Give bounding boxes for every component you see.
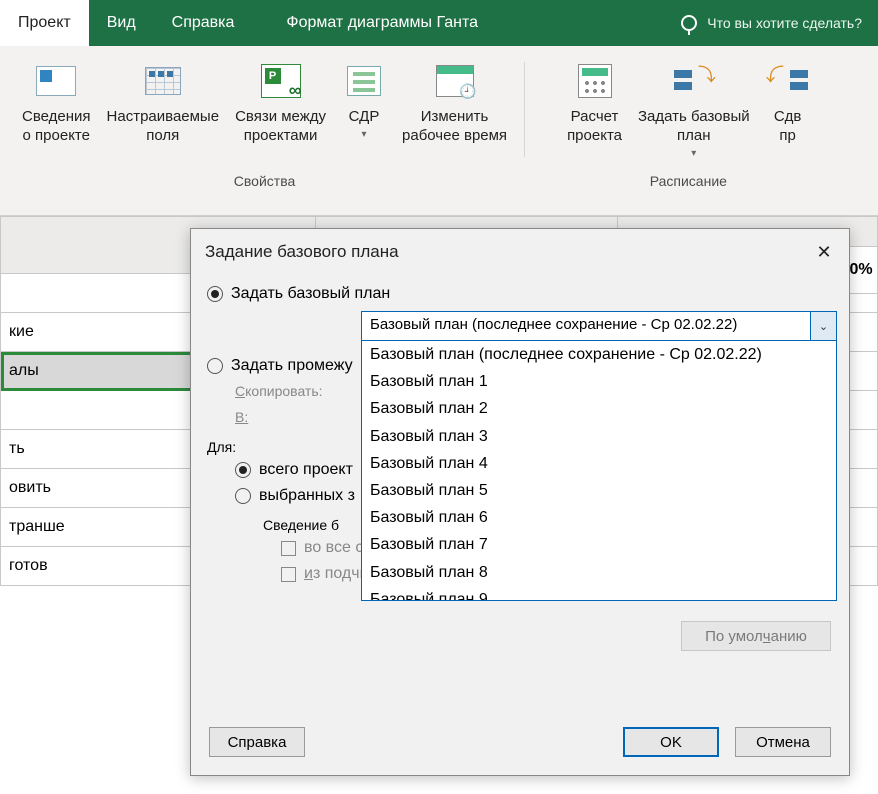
wbs-label: СДР [349,108,380,127]
radio-set-baseline[interactable]: Задать базовый план [207,285,833,303]
group-properties: Сведения о проекте Настраиваемые поля Св… [4,52,525,191]
radio-icon [235,462,251,478]
baseline-option[interactable]: Базовый план 7 [362,531,836,558]
custom-fields-icon [141,62,185,100]
move-project-button[interactable]: Сдв пр [758,58,818,150]
project-info-label-1: Сведения [22,108,91,127]
baseline-option[interactable]: Базовый план 5 [362,477,836,504]
calculate-label-2: проекта [567,127,622,146]
defaults-button[interactable]: По умолчанию [681,621,831,651]
calculate-project-button[interactable]: Расчет проекта [559,58,630,150]
radio-set-interim-label: Задать промежу [231,357,353,375]
baseline-option[interactable]: Базовый план 6 [362,504,836,531]
radio-set-baseline-label: Задать базовый план [231,285,390,303]
change-working-time-button[interactable]: Изменить рабочее время [394,58,515,150]
radio-selected-tasks-label: выбранных з [259,487,355,505]
set-baseline-dialog: Задание базового плана ✕ Задать базовый … [190,228,850,776]
dialog-title: Задание базового плана [205,242,399,262]
cancel-button[interactable]: Отмена [735,727,831,757]
links-label-1: Связи между [235,108,326,127]
baseline-option[interactable]: Базовый план 3 [362,423,836,450]
baseline-combo[interactable]: Базовый план (последнее сохранение - Ср … [361,311,837,601]
baseline-option[interactable]: Базовый план 8 [362,559,836,586]
radio-entire-project-label: всего проект [259,461,353,479]
set-baseline-button[interactable]: Задать базовый план ▾ [630,58,758,164]
custom-fields-button[interactable]: Настраиваемые поля [99,58,228,150]
project-info-icon [34,62,78,100]
project-info-label-2: о проекте [23,127,90,146]
tell-me-box[interactable]: Что вы хотите сделать? [665,0,878,46]
help-button[interactable]: Справка [209,727,305,757]
links-between-projects-button[interactable]: Связи между проектами [227,58,334,150]
checkbox-icon [281,567,296,582]
group-schedule: Расчет проекта Задать базовый план ▾ Сдв… [549,52,828,191]
set-baseline-label-2: план [677,127,711,146]
chevron-down-icon: ▾ [691,148,696,161]
checkbox-icon [281,541,296,556]
move-label-2: пр [779,127,795,146]
ribbon-tabs: Проект Вид Справка Формат диаграммы Гант… [0,0,878,46]
calculate-label-1: Расчет [571,108,619,127]
set-baseline-icon [672,62,716,100]
dialog-titlebar: Задание базового плана ✕ [191,229,849,271]
calendar-icon [433,62,477,100]
baseline-option[interactable]: Базовый план 2 [362,395,836,422]
radio-icon [207,358,223,374]
radio-icon [235,488,251,504]
custom-fields-label-2: поля [146,127,179,146]
baseline-combo-list: Базовый план (последнее сохранение - Ср … [361,341,837,601]
close-button[interactable]: ✕ [811,239,837,265]
wbs-button[interactable]: СДР ▾ [334,58,394,145]
ribbon: Сведения о проекте Настраиваемые поля Св… [0,46,878,216]
tab-project[interactable]: Проект [0,0,89,46]
change-time-label-2: рабочее время [402,127,507,146]
baseline-option[interactable]: Базовый план 4 [362,450,836,477]
tell-me-text: Что вы хотите сделать? [707,15,862,31]
project-info-button[interactable]: Сведения о проекте [14,58,99,150]
move-project-icon [766,62,810,100]
group-label-schedule: Расписание [549,173,828,189]
move-label-1: Сдв [774,108,802,127]
baseline-option[interactable]: Базовый план 1 [362,368,836,395]
lightbulb-icon [681,15,697,31]
custom-fields-label-1: Настраиваемые [107,108,220,127]
links-icon [259,62,303,100]
radio-icon [207,286,223,302]
chevron-down-icon: ▾ [362,129,367,142]
tab-format-gantt[interactable]: Формат диаграммы Ганта [268,0,496,46]
change-time-label-1: Изменить [421,108,489,127]
baseline-combo-value: Базовый план (последнее сохранение - Ср … [362,312,810,340]
baseline-option[interactable]: Базовый план (последнее сохранение - Ср … [362,341,836,368]
chk-all-summary-label: во все с [304,539,363,557]
tab-help[interactable]: Справка [154,0,253,46]
ok-button[interactable]: OK [623,727,719,757]
group-label-properties: Свойства [4,173,525,189]
baseline-option[interactable]: Базовый план 9 [362,586,836,601]
dialog-body: Задать базовый план Задать промежу Скопи… [191,271,849,715]
tab-view[interactable]: Вид [89,0,154,46]
dialog-buttons: Справка OK Отмена [191,715,849,775]
calculate-icon [573,62,617,100]
chevron-down-icon[interactable]: ⌄ [810,312,836,340]
wbs-icon [342,62,386,100]
set-baseline-label-1: Задать базовый [638,108,750,127]
links-label-2: проектами [244,127,318,146]
